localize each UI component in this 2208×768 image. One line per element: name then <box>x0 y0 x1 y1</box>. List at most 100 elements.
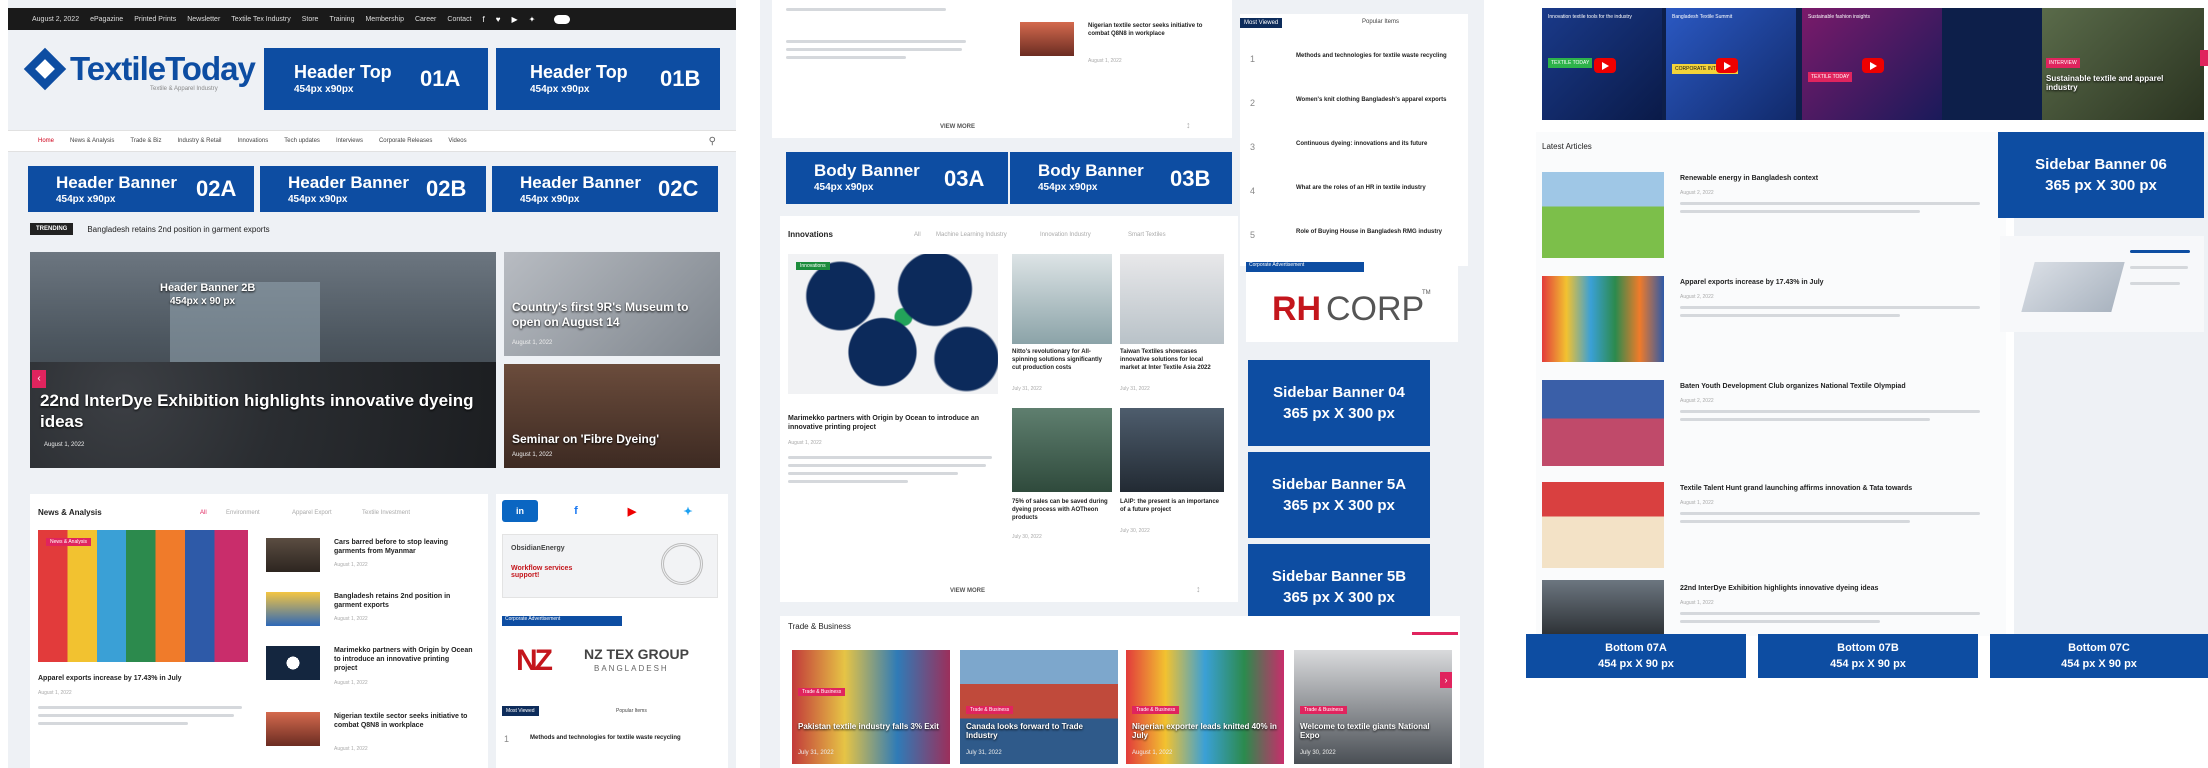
view-more-link[interactable]: VIEW MORE <box>950 588 985 594</box>
header-banner-02c[interactable]: Header Banner 454px x90px 02C <box>492 166 718 212</box>
innovation-item-4-title[interactable]: LAIP: the present is an importance of a … <box>1120 498 1224 514</box>
view-more-link[interactable]: VIEW MORE <box>940 124 975 130</box>
nz-tex-group-ad[interactable]: NZ NZ TEX GROUP BANGLADESH <box>502 630 718 694</box>
topbar-link-career[interactable]: Career <box>415 16 436 23</box>
video-thumb-2[interactable]: Bangladesh Textile Summit CORPORATE INTE… <box>1666 8 1796 120</box>
nav-home[interactable]: Home <box>38 138 54 144</box>
instagram-icon[interactable]: ♥ <box>496 15 501 24</box>
innovation-item-1-title[interactable]: Nitto's revolutionary for All-spinning s… <box>1012 348 1112 372</box>
topbar-link-store[interactable]: Store <box>302 16 319 23</box>
youtube-icon[interactable]: ▶ <box>614 500 650 522</box>
bottom-banner-07a[interactable]: Bottom 07A 454 px X 90 px <box>1526 634 1746 678</box>
nav-innovations[interactable]: Innovations <box>238 138 269 144</box>
innovation-thumb-3[interactable] <box>1012 408 1112 492</box>
latest-item-4-title[interactable]: Textile Talent Hunt grand launching affi… <box>1680 484 1980 493</box>
tab-textile-investment[interactable]: Textile Investment <box>362 510 410 516</box>
next-arrow-icon[interactable]: › <box>1440 672 1452 688</box>
textile-process-ad[interactable] <box>2000 236 2204 332</box>
site-logo[interactable]: TextileToday Textile & Apparel Industry <box>23 47 256 92</box>
header-top-banner-01a[interactable]: Header Top 454px x90px 01A <box>264 48 488 110</box>
trade-card-4[interactable]: Trade & Business Welcome to textile gian… <box>1294 650 1452 764</box>
scroll-icon[interactable]: ↕ <box>1186 120 1191 130</box>
topbar-link-printed[interactable]: Printed Prints <box>134 16 176 23</box>
apparel-rack-image[interactable]: News & Analysis <box>38 530 248 662</box>
most-viewed-item-1[interactable]: Methods and technologies for textile was… <box>530 734 710 742</box>
bottom-banner-07b[interactable]: Bottom 07B 454 px X 90 px <box>1758 634 1978 678</box>
search-icon[interactable]: ⚲ <box>709 136 716 147</box>
tab-all[interactable]: All <box>914 232 921 238</box>
sidebar-banner-5a[interactable]: Sidebar Banner 5A 365 px X 300 px <box>1248 452 1430 538</box>
nav-videos[interactable]: Videos <box>448 138 466 144</box>
linkedin-icon[interactable]: in <box>502 500 538 522</box>
news-thumb-3[interactable] <box>266 646 320 680</box>
bottom-banner-07c[interactable]: Bottom 07C 454 px X 90 px <box>1990 634 2208 678</box>
innovation-thumb-4[interactable] <box>1120 408 1224 492</box>
nav-interviews[interactable]: Interviews <box>336 138 363 144</box>
facebook-icon[interactable]: f <box>483 15 485 24</box>
latest-thumb-5[interactable] <box>1542 580 1664 636</box>
nav-news-analysis[interactable]: News & Analysis <box>70 138 114 144</box>
topbar-link-training[interactable]: Training <box>329 16 354 23</box>
tab-innovation-industry[interactable]: Innovation Industry <box>1040 232 1091 238</box>
most-viewed-tab[interactable]: Most Viewed <box>1240 18 1283 28</box>
latest-thumb-3[interactable] <box>1542 380 1664 466</box>
video-next-arrow-icon[interactable] <box>2200 50 2208 66</box>
most-viewed-item-4[interactable]: What are the roles of an HR in textile i… <box>1296 184 1460 192</box>
most-viewed-item-5[interactable]: Role of Buying House in Bangladesh RMG i… <box>1296 228 1460 236</box>
latest-thumb-4[interactable] <box>1542 482 1664 568</box>
sidebar-banner-04[interactable]: Sidebar Banner 04 365 px X 300 px <box>1248 360 1430 446</box>
popular-items-tab[interactable]: Popular Items <box>616 708 647 714</box>
news-item-2-title[interactable]: Bangladesh retains 2nd position in garme… <box>334 592 474 610</box>
innovation-item-2-title[interactable]: Taiwan Textiles showcases innovative sol… <box>1120 348 1224 372</box>
news-item-3-title[interactable]: Marimekko partners with Origin by Ocean … <box>334 646 474 673</box>
play-icon[interactable] <box>1594 58 1616 73</box>
topbar-link-contact[interactable]: Contact <box>447 16 471 23</box>
latest-item-3-title[interactable]: Baten Youth Development Club organizes N… <box>1680 382 1980 391</box>
rhcorp-ad[interactable]: Corporate Advertisement RH CORP TM <box>1246 262 1458 342</box>
body-banner-03a[interactable]: Body Banner 454px x90px 03A <box>786 152 1008 204</box>
nav-industry-retail[interactable]: Industry & Retail <box>178 138 222 144</box>
obsidian-energy-ad[interactable]: ObsidianEnergy Workflow services support… <box>502 534 718 598</box>
news-thumb-1[interactable] <box>266 538 320 572</box>
most-viewed-item-2[interactable]: Women's knit clothing Bangladesh's appar… <box>1296 96 1460 104</box>
innovation-item-3-title[interactable]: 75% of sales can be saved during dyeing … <box>1012 498 1112 522</box>
side-story-2[interactable]: Seminar on 'Fibre Dyeing' August 1, 2022 <box>504 364 720 468</box>
trade-card-4-title[interactable]: Welcome to textile giants National Expo <box>1300 722 1446 740</box>
latest-item-1-title[interactable]: Renewable energy in Bangladesh context <box>1680 174 1980 183</box>
latest-thumb-2[interactable] <box>1542 276 1664 362</box>
main-headline[interactable]: Apparel exports increase by 17.43% in Ju… <box>38 674 248 683</box>
innovation-thumb-2[interactable] <box>1120 254 1224 344</box>
tab-machine-learning[interactable]: Machine Learning Industry <box>936 232 1007 238</box>
play-icon[interactable] <box>1862 58 1884 73</box>
twitter-icon[interactable]: ✦ <box>529 15 536 24</box>
latest-item-5-title[interactable]: 22nd InterDye Exhibition highlights inno… <box>1680 584 1980 593</box>
news-thumb-4[interactable] <box>266 712 320 746</box>
play-icon[interactable] <box>1716 58 1738 73</box>
trending-headline[interactable]: Bangladesh retains 2nd position in garme… <box>87 225 269 234</box>
twitter-icon[interactable]: ✦ <box>670 500 706 522</box>
nav-trade-biz[interactable]: Trade & Biz <box>130 138 161 144</box>
most-viewed-item-3[interactable]: Continuous dyeing: innovations and its f… <box>1296 140 1460 148</box>
hero-prev-arrow-icon[interactable]: ‹ <box>32 370 46 388</box>
innovation-thumb-1[interactable] <box>1012 254 1112 344</box>
header-top-banner-01b[interactable]: Header Top 454px x90px 01B <box>496 48 720 110</box>
topbar-link-newsletter[interactable]: Newsletter <box>187 16 220 23</box>
news-item-4-title[interactable]: Nigerian textile sector seeks initiative… <box>334 712 474 730</box>
news-item-1-title[interactable]: Cars barred before to stop leaving garme… <box>334 538 474 556</box>
video-thumb-4[interactable]: INTERVIEW Sustainable textile and appare… <box>2042 8 2204 120</box>
trade-card-1-title[interactable]: Pakistan textile industry falls 3% Exit <box>798 722 944 731</box>
marimekko-print-image[interactable]: Innovations <box>788 254 998 394</box>
side-story-1-title[interactable]: Country's first 9R's Museum to open on A… <box>512 300 712 330</box>
topbar-link-industry[interactable]: Textile Tex Industry <box>231 16 290 23</box>
tab-environment[interactable]: Environment <box>226 510 260 516</box>
topbar-link-epagazine[interactable]: ePagazine <box>90 16 123 23</box>
latest-thumb-1[interactable] <box>1542 172 1664 258</box>
popular-items-tab[interactable]: Popular Items <box>1362 19 1399 25</box>
hero-story[interactable]: Header Banner 2B 454px x 90 px 22nd Inte… <box>30 252 496 468</box>
topbar-link-membership[interactable]: Membership <box>365 16 404 23</box>
trade-card-1[interactable]: Trade & Business Pakistan textile indust… <box>792 650 950 764</box>
tab-apparel-export[interactable]: Apparel Export <box>292 510 332 516</box>
news-thumb-2[interactable] <box>266 592 320 626</box>
body-banner-03b[interactable]: Body Banner 454px x90px 03B <box>1010 152 1232 204</box>
video-thumb-3[interactable]: Sustainable fashion insights TEXTILE TOD… <box>1802 8 1942 120</box>
